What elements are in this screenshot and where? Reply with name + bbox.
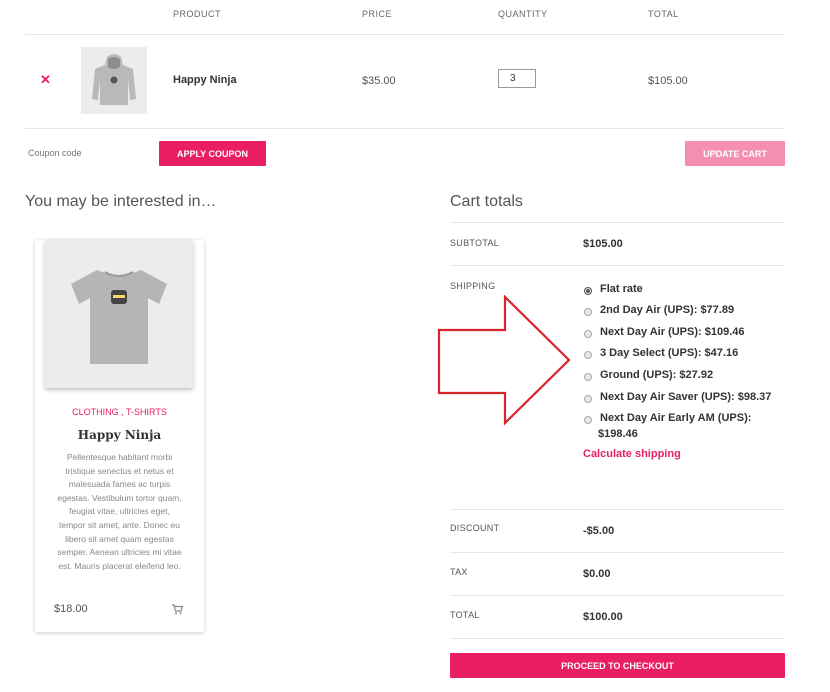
divider	[450, 595, 784, 596]
apply-coupon-button[interactable]: APPLY COUPON	[159, 141, 266, 166]
discount-label: DISCOUNT	[450, 523, 500, 533]
col-header-product: PRODUCT	[173, 9, 221, 19]
total-value: $100.00	[583, 611, 623, 623]
arrow-right-icon	[437, 295, 571, 426]
product-description: Pellentesque habitant morbi tristique se…	[57, 452, 182, 571]
shipping-radio[interactable]	[584, 416, 592, 424]
shipping-radio[interactable]	[584, 395, 592, 403]
item-total: $105.00	[648, 75, 688, 87]
shipping-options: Flat rate 2nd Day Air (UPS): $77.89 Next D…	[584, 283, 784, 453]
coupon-code-input[interactable]	[25, 143, 153, 163]
cart-totals-heading: Cart totals	[450, 193, 523, 210]
shipping-option-label: Flat rate	[600, 283, 643, 295]
divider	[450, 509, 784, 510]
shipping-option[interactable]: Ground (UPS): $27.92	[584, 369, 784, 385]
divider	[25, 128, 785, 129]
shipping-option[interactable]: 2nd Day Air (UPS): $77.89	[584, 304, 784, 320]
shipping-radio[interactable]	[584, 373, 592, 381]
discount-value: -$5.00	[583, 525, 615, 537]
product-name-link[interactable]: Happy Ninja	[173, 74, 237, 86]
total-label: TOTAL	[450, 610, 480, 620]
product-thumbnail[interactable]	[81, 47, 147, 114]
shipping-option-label: Next Day Air Saver (UPS): $98.37	[600, 391, 772, 403]
subtotal-value: $105.00	[583, 238, 623, 250]
tax-label: TAX	[450, 567, 468, 577]
tax-value: $0.00	[583, 568, 611, 580]
calculate-shipping-link[interactable]: Calculate shipping	[583, 448, 681, 460]
product-image[interactable]	[45, 240, 193, 388]
col-header-total: TOTAL	[648, 9, 679, 19]
shipping-radio[interactable]	[584, 330, 592, 338]
shipping-option-label: Next Day Air Early AM (UPS):	[600, 412, 752, 424]
shipping-radio[interactable]	[584, 287, 592, 295]
cart-icon	[172, 604, 184, 615]
related-heading: You may be interested in…	[25, 193, 217, 210]
shipping-option-label: 2nd Day Air (UPS): $77.89	[600, 304, 735, 316]
divider	[450, 265, 784, 266]
shipping-option[interactable]: 3 Day Select (UPS): $47.16	[584, 347, 784, 363]
col-header-price: PRICE	[362, 9, 393, 19]
shipping-radio[interactable]	[584, 308, 592, 316]
close-icon: ✕	[40, 72, 51, 87]
shipping-option[interactable]: Next Day Air Early AM (UPS): $198.46	[584, 412, 784, 444]
shipping-radio[interactable]	[584, 351, 592, 359]
shipping-option[interactable]: Flat rate	[584, 283, 784, 299]
proceed-to-checkout-button[interactable]: PROCEED TO CHECKOUT	[450, 653, 785, 678]
shipping-option-label: Next Day Air (UPS): $109.46	[600, 326, 745, 338]
subtotal-label: SUBTOTAL	[450, 238, 500, 248]
shipping-label: SHIPPING	[450, 281, 496, 291]
divider	[450, 222, 784, 223]
shipping-option-label: 3 Day Select (UPS): $47.16	[600, 347, 739, 359]
item-price: $35.00	[362, 75, 396, 87]
remove-item-button[interactable]: ✕	[40, 72, 51, 88]
quantity-input[interactable]	[498, 69, 536, 88]
product-price: $18.00	[54, 603, 88, 615]
product-title[interactable]: Happy Ninja	[35, 428, 204, 442]
shipping-option[interactable]: Next Day Air Saver (UPS): $98.37	[584, 391, 784, 407]
divider	[450, 552, 784, 553]
shipping-option-label-line2: $198.46	[598, 428, 638, 440]
product-categories[interactable]: CLOTHING , T-SHIRTS	[35, 407, 204, 417]
update-cart-button[interactable]: UPDATE CART	[685, 141, 785, 166]
col-header-quantity: QUANTITY	[498, 9, 548, 19]
divider	[450, 638, 784, 639]
product-card[interactable]: CLOTHING , T-SHIRTS Happy Ninja Pellente…	[35, 240, 204, 632]
shipping-option-label: Ground (UPS): $27.92	[600, 369, 714, 381]
hoodie-image	[92, 54, 136, 105]
add-to-cart-button[interactable]	[172, 602, 184, 620]
shipping-option[interactable]: Next Day Air (UPS): $109.46	[584, 326, 784, 342]
divider	[25, 34, 785, 35]
tshirt-image	[71, 270, 167, 364]
